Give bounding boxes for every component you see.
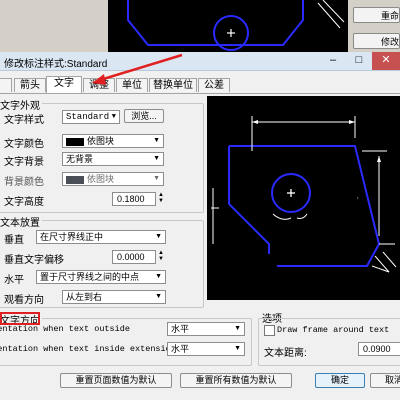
tab-tolerances[interactable]: 公差 [198, 78, 230, 92]
draw-frame-label: Draw frame around text [277, 325, 390, 335]
background-rename-button[interactable]: 重命 [353, 7, 400, 23]
tab-fit[interactable]: 调整 [83, 78, 115, 92]
orientation-inside-select[interactable]: 水平 ▼ [167, 342, 245, 356]
chevron-down-icon: ▼ [153, 155, 160, 162]
close-icon[interactable]: ✕ [372, 52, 400, 70]
text-height-label: 文字高度 [4, 197, 44, 208]
orientation-inside-label: Orientation when text inside extension [0, 344, 176, 354]
dialog-title: 修改标注样式:Standard [4, 59, 108, 70]
background-drawing-canvas [108, 0, 348, 52]
preview-shape-left-edge [228, 146, 270, 254]
dim-text-mark: , [357, 194, 359, 200]
text-color-select[interactable]: 依图块 ▼ [62, 134, 164, 148]
text-distance-label: 文本距离: [264, 348, 307, 359]
tab-units[interactable]: 单位 [116, 78, 148, 92]
tab-lines[interactable] [0, 78, 12, 92]
chevron-down-icon: ▼ [155, 233, 162, 240]
maximize-icon[interactable]: □ [346, 52, 372, 70]
text-background-select[interactable]: 无背景 ▼ [62, 152, 164, 166]
background-drawing [127, 0, 345, 51]
orientation-outside-label: Orientation when text outside [0, 324, 130, 334]
chevron-down-icon: ▼ [234, 345, 241, 352]
vertical-offset-label: 垂直文字偏移 [4, 255, 64, 266]
tab-text[interactable]: 文字 [46, 76, 82, 93]
tab-arrows[interactable]: 箭头 [14, 78, 46, 92]
chevron-down-icon: ▼ [153, 175, 160, 182]
browse-button[interactable]: 浏览... [124, 109, 164, 123]
preview-canvas: , [207, 96, 400, 300]
cancel-button[interactable]: 取消 [370, 373, 400, 388]
tab-alt-units[interactable]: 替换单位 [149, 78, 197, 92]
color-swatch [66, 175, 84, 184]
text-background-label: 文字背景 [4, 157, 44, 168]
background-color-label: 背景颜色 [4, 177, 44, 188]
chevron-down-icon: ▼ [155, 273, 162, 280]
text-appearance-label: 文字外观 [0, 97, 42, 112]
chevron-down-icon: ▼ [153, 137, 160, 144]
title-bar: 修改标注样式:Standard – □ ✕ [0, 52, 400, 71]
chevron-down-icon: ▼ [111, 113, 116, 121]
text-placement-label: 文本放置 [0, 214, 42, 229]
orientation-outside-select[interactable]: 水平 ▼ [167, 322, 245, 336]
text-height-field[interactable]: 0.1800 [112, 192, 156, 206]
reset-all-button[interactable]: 重置所有数值为默认 [180, 373, 292, 388]
horizontal-placement-select[interactable]: 置于尺寸界线之间的中点 ▼ [36, 270, 166, 284]
text-color-label: 文字颜色 [4, 139, 44, 150]
background-color-select[interactable]: 依图块 ▼ [62, 172, 164, 186]
vertical-placement-select[interactable]: 在尺寸界线正中 ▼ [36, 230, 166, 244]
ok-button[interactable]: 确定 [315, 373, 365, 388]
vertical-offset-field[interactable]: 0.0000 [112, 250, 156, 264]
view-direction-select[interactable]: 从左到右 ▼ [62, 290, 166, 304]
chevron-down-icon: ▼ [234, 325, 241, 332]
vertical-label: 垂直 [4, 235, 24, 246]
dimension-style-dialog: 修改标注样式:Standard – □ ✕ 箭头 文字 调整 单位 替换单位 公… [0, 52, 400, 400]
view-direction-label: 观看方向 [4, 295, 44, 306]
dimension-preview-drawing: , [211, 116, 397, 273]
vertical-offset-stepper[interactable]: ▲ ▼ [157, 250, 165, 264]
background-modify-button[interactable]: 修改 [353, 33, 400, 49]
draw-frame-checkbox[interactable] [264, 325, 275, 336]
reset-page-button[interactable]: 重置页面数值为默认 [60, 373, 172, 388]
horizontal-label: 水平 [4, 275, 24, 286]
text-distance-field[interactable]: 0.0900 [358, 342, 400, 356]
text-height-stepper[interactable]: ▲ ▼ [157, 192, 165, 206]
color-swatch [66, 137, 84, 146]
minimize-icon[interactable]: – [320, 52, 346, 70]
text-style-select[interactable]: Standard ▼ [62, 110, 120, 124]
tab-divider [0, 93, 400, 94]
text-style-label: 文字样式 [4, 115, 44, 126]
chevron-down-icon: ▼ [155, 293, 162, 300]
